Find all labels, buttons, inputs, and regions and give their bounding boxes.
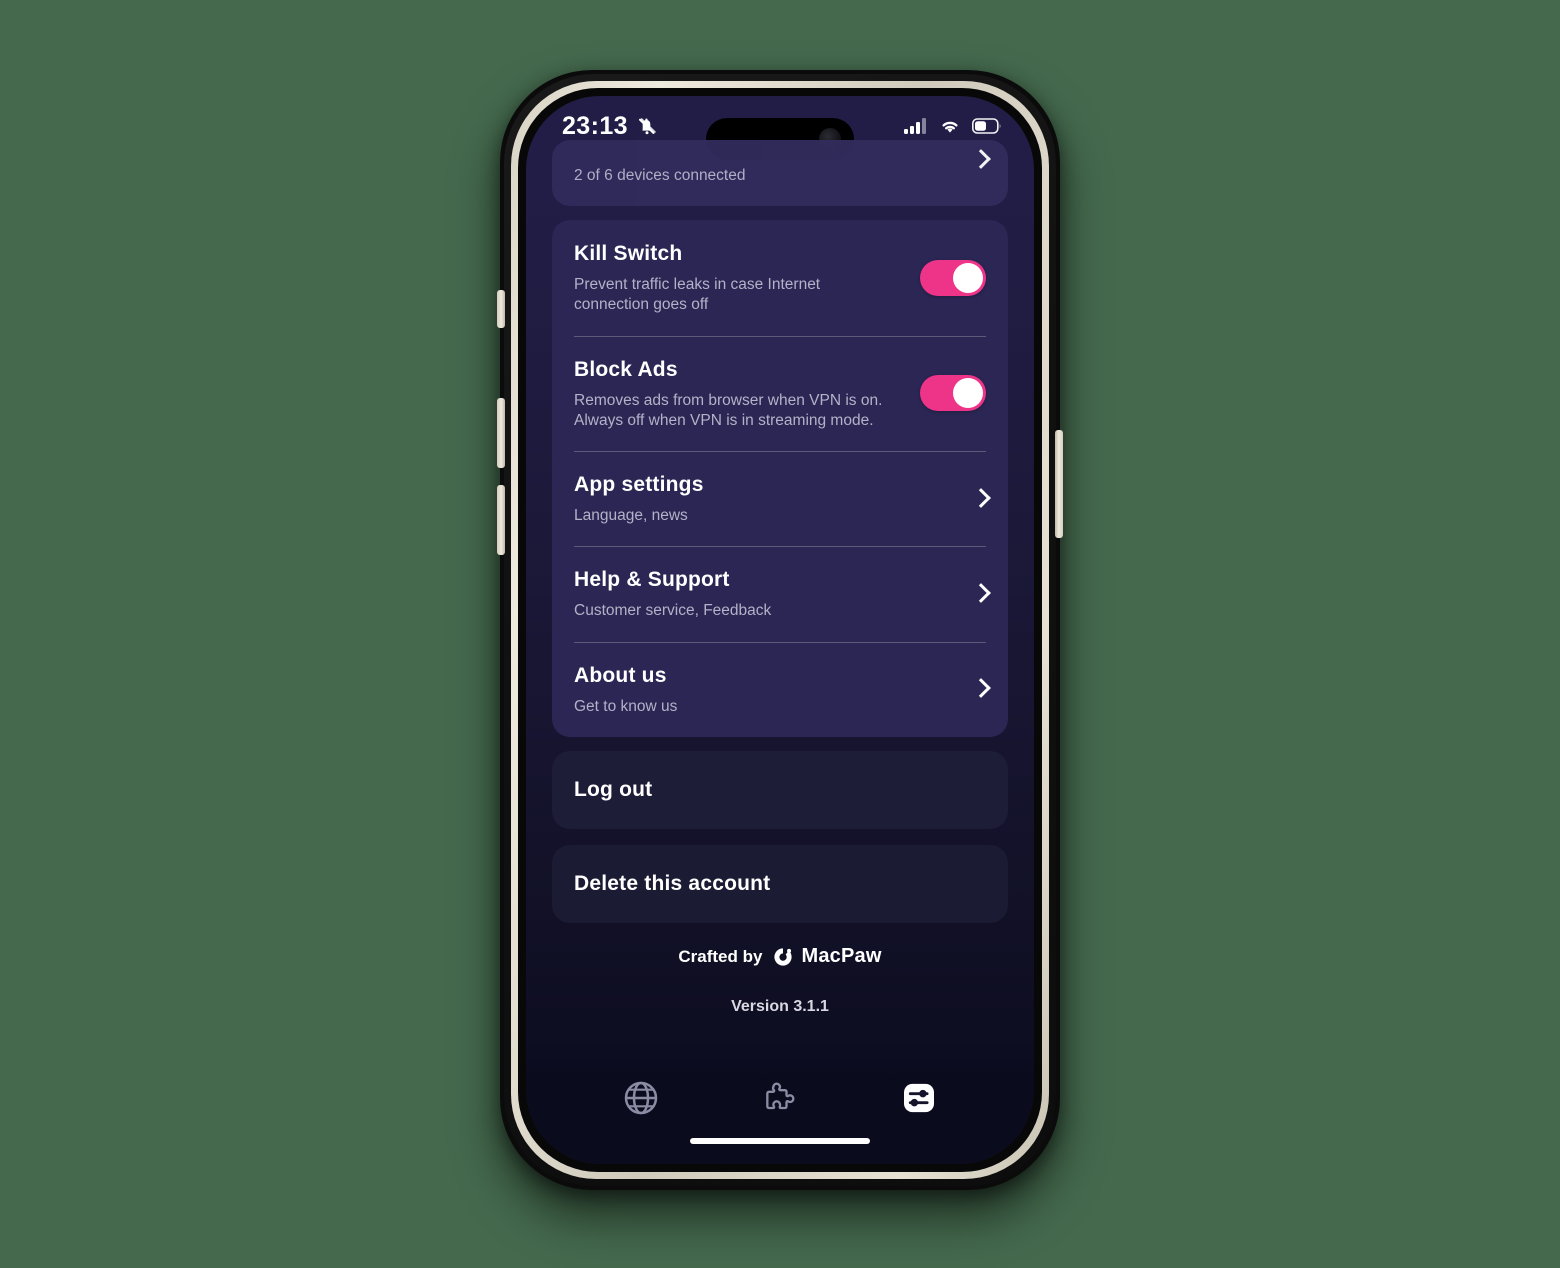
row-kill-switch[interactable]: Kill Switch Prevent traffic leaks in cas… [552, 220, 1008, 336]
signal-bars-icon [904, 118, 926, 134]
power-button[interactable] [1055, 430, 1063, 538]
status-time: 23:13 [562, 111, 628, 140]
bell-slash-icon [638, 118, 656, 135]
log-out-label: Log out [574, 778, 653, 802]
macpaw-logo-icon [774, 947, 793, 966]
footer: Crafted by MacPaw Version 3.1.1 [526, 945, 1034, 1016]
row-about-us[interactable]: About us Get to know us [552, 641, 1008, 737]
chevron-right-icon [973, 148, 986, 172]
volume-up-button[interactable] [497, 398, 505, 468]
block-ads-toggle[interactable] [920, 375, 986, 412]
row-subtitle: Prevent traffic leaks in case Internet c… [574, 276, 821, 314]
chevron-right-icon [973, 487, 986, 511]
wifi-icon [942, 121, 958, 133]
chevron-right-icon [973, 582, 986, 606]
devices-connected-label: 2 of 6 devices connected [574, 167, 746, 184]
row-title: About us [574, 663, 667, 687]
row-subtitle: Get to know us [574, 697, 678, 715]
tab-bar [526, 1054, 1034, 1164]
silent-switch-button[interactable] [497, 290, 505, 328]
macpaw-brand: MacPaw [772, 945, 881, 968]
row-subtitle: Language, news [574, 507, 688, 525]
row-app-settings[interactable]: App settings Language, news [552, 451, 1008, 546]
home-indicator[interactable] [690, 1138, 870, 1144]
tab-vpn-globe[interactable] [611, 1072, 671, 1124]
status-bar-left: 23:13 [562, 112, 658, 141]
chevron-right-icon [973, 677, 986, 701]
delete-account-button[interactable]: Delete this account [552, 845, 1008, 924]
log-out-button[interactable]: Log out [552, 751, 1008, 830]
phone-screen: 23:13 2 of 6 devices connected Kill Swit… [526, 96, 1034, 1164]
settings-card: Kill Switch Prevent traffic leaks in cas… [552, 220, 1008, 738]
puzzle-icon [766, 1082, 795, 1110]
crafted-by-label: Crafted by [678, 946, 763, 966]
devices-card[interactable]: 2 of 6 devices connected [552, 140, 1008, 206]
macpaw-name: MacPaw [801, 945, 882, 968]
toggle-knob [953, 378, 983, 409]
row-title: Help & Support [574, 568, 730, 592]
row-subtitle: Customer service, Feedback [574, 602, 772, 620]
settings-sliders-icon [903, 1083, 934, 1113]
delete-account-label: Delete this account [574, 872, 771, 896]
volume-down-button[interactable] [497, 485, 505, 555]
row-title: App settings [574, 473, 704, 497]
kill-switch-toggle[interactable] [920, 259, 986, 296]
tab-extensions[interactable] [750, 1072, 810, 1124]
battery-icon [972, 118, 1001, 134]
version-label: Version 3.1.1 [731, 998, 829, 1016]
status-bar-right [904, 117, 1002, 135]
settings-scroll-content[interactable]: 2 of 6 devices connected Kill Switch Pre… [526, 140, 1034, 1094]
row-help-support[interactable]: Help & Support Customer service, Feedbac… [552, 546, 1008, 641]
screenshot-stage: 23:13 2 of 6 devices connected Kill Swit… [0, 0, 1560, 1268]
row-subtitle: Removes ads from browser when VPN is on.… [574, 391, 883, 429]
row-block-ads[interactable]: Block Ads Removes ads from browser when … [552, 335, 1008, 452]
globe-icon [625, 1081, 658, 1115]
tab-settings[interactable] [889, 1072, 949, 1124]
crafted-by-row: Crafted by MacPaw [678, 945, 881, 968]
toggle-knob [953, 262, 983, 293]
